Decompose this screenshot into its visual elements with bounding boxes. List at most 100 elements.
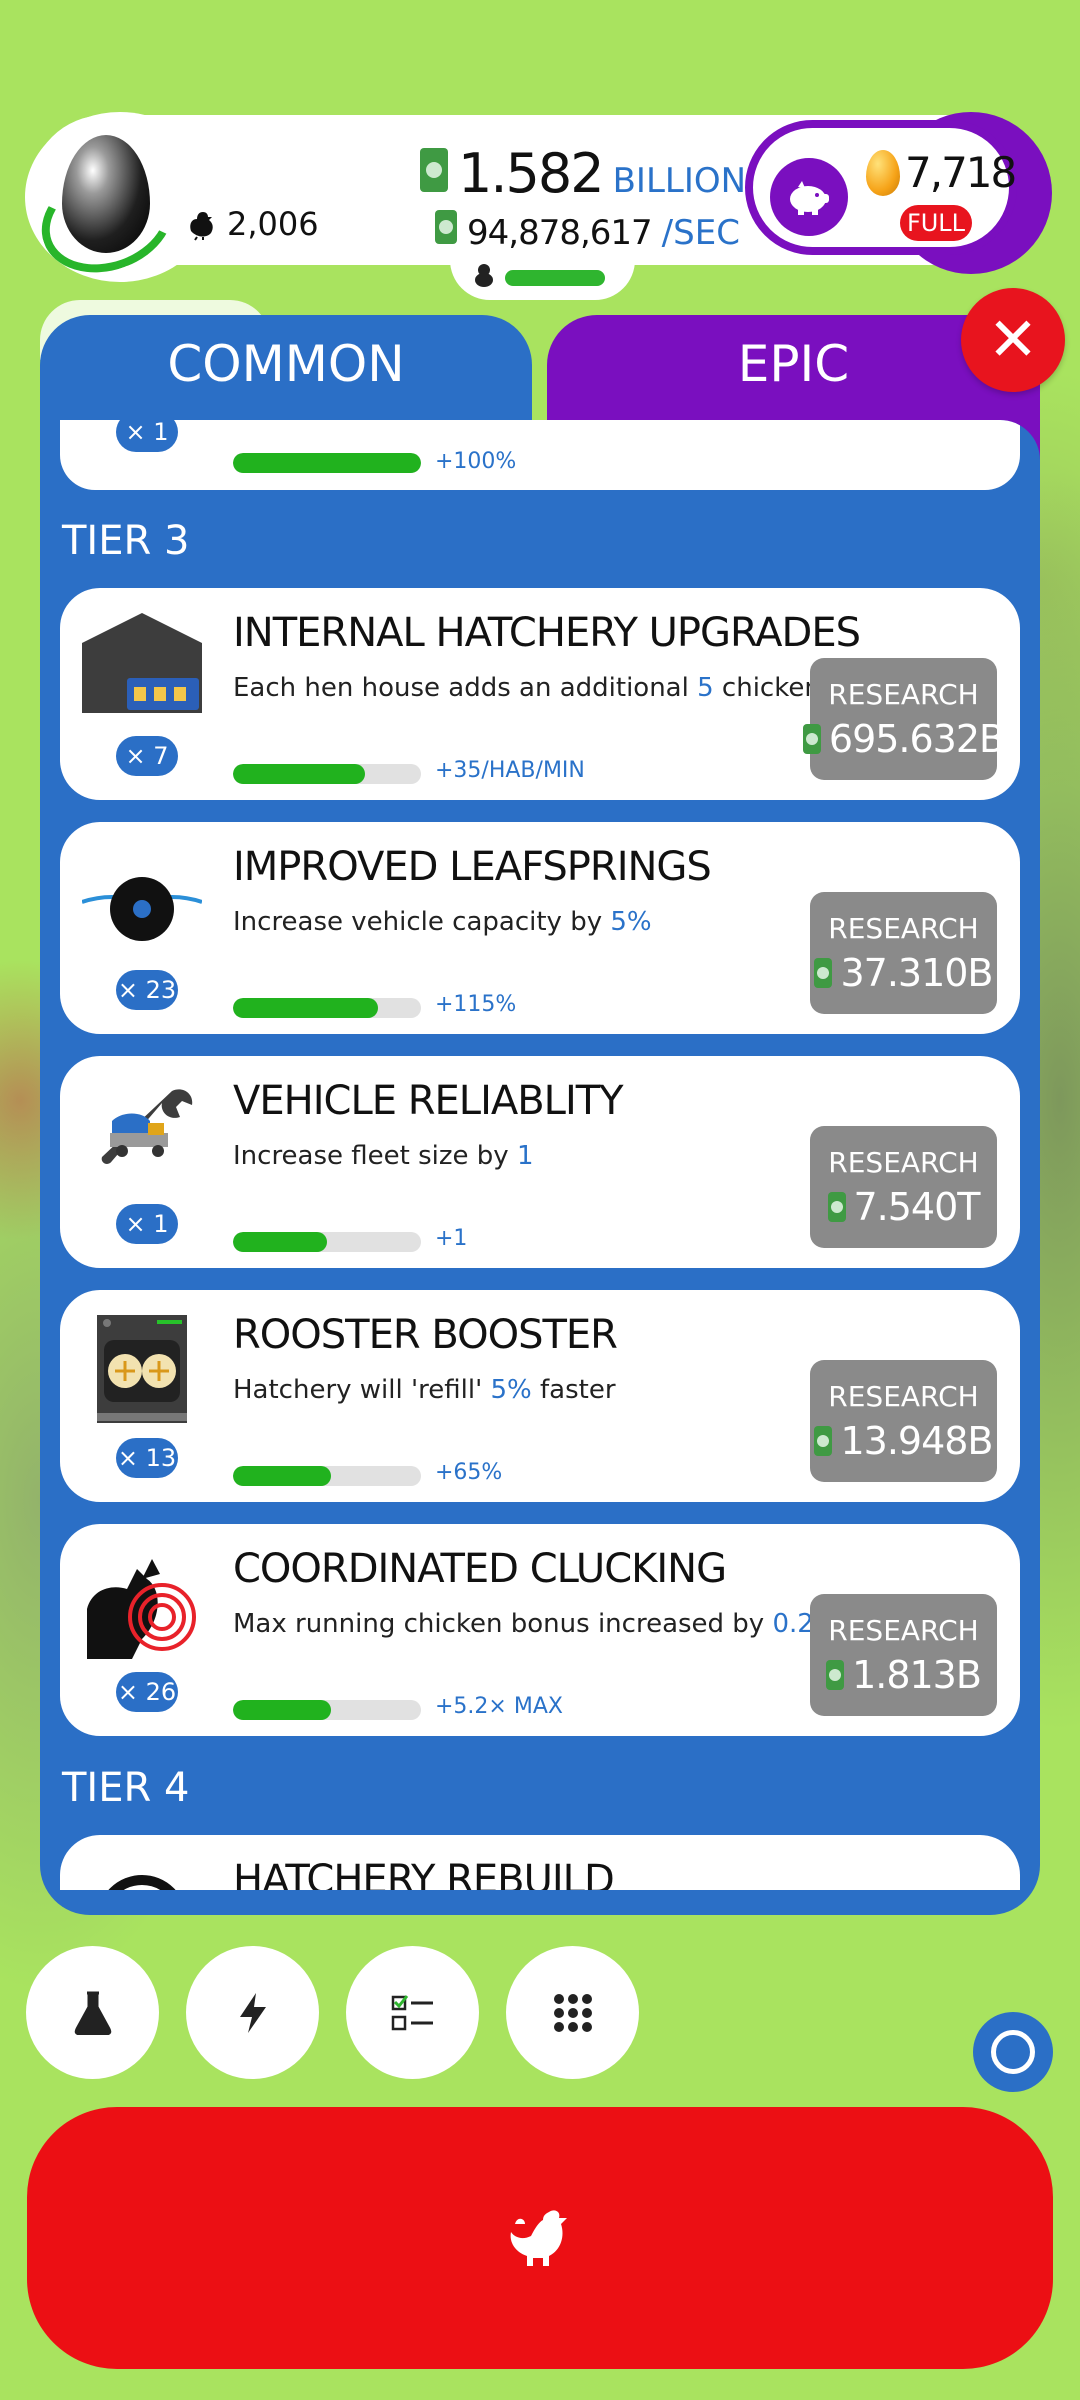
hatchery-fill-bar xyxy=(505,270,605,286)
research-card-leafsprings: × 23 IMPROVED LEAFSPRINGS Increase vehic… xyxy=(60,822,1020,1034)
progress-bar xyxy=(233,998,421,1018)
research-cost: 13.948B xyxy=(814,1419,994,1463)
chicken-icon xyxy=(510,2210,567,2266)
research-button[interactable]: RESEARCH 37.310B xyxy=(810,892,997,1014)
clucking-icon xyxy=(87,1559,196,1659)
bonus-text: +115% xyxy=(435,992,517,1017)
research-title: ROOSTER BOOSTER xyxy=(233,1312,618,1358)
chicken-count: 2,006 xyxy=(185,205,319,243)
progress-bar xyxy=(233,453,421,473)
cash-icon xyxy=(814,957,833,988)
research-button[interactable]: RESEARCH 695.632B xyxy=(802,658,1005,780)
close-icon: ✕ xyxy=(987,305,1039,375)
research-panel: × 1 +100% TIER 3 × 7 INTERNAL HATCHERY U… xyxy=(40,420,1040,1915)
bonus-text: +1 xyxy=(435,1226,468,1251)
research-description: Increase vehicle capacity by 5% xyxy=(233,907,652,937)
piggy-full-badge: FULL xyxy=(900,205,972,241)
rebuild-icon xyxy=(108,1875,176,1890)
piggy-bank-button[interactable] xyxy=(770,158,848,236)
piggy-bank-icon xyxy=(790,181,829,215)
hatch-chicken-button[interactable] xyxy=(27,2107,1053,2369)
research-title: HATCHERY REBUILD xyxy=(233,1857,615,1890)
level-badge: × 26 xyxy=(116,1672,178,1712)
research-list[interactable]: × 1 +100% TIER 3 × 7 INTERNAL HATCHERY U… xyxy=(60,420,1020,1890)
research-cost: 7.540T xyxy=(827,1185,981,1229)
menu-grid-icon xyxy=(553,1993,592,2032)
research-description: Max running chicken bonus increased by 0… xyxy=(233,1609,836,1639)
research-description: Hatchery will 'refill' 5% faster xyxy=(233,1375,616,1405)
research-label: RESEARCH xyxy=(828,1379,979,1413)
cash-icon xyxy=(420,148,448,192)
money-rate: 94,878,617 /SEC xyxy=(435,210,740,253)
research-title: INTERNAL HATCHERY UPGRADES xyxy=(233,610,861,656)
progress-bar xyxy=(233,1232,421,1252)
money-unit: BILLION xyxy=(612,161,747,201)
research-cost: 1.813B xyxy=(826,1653,982,1697)
money-total: 1.582 BILLION xyxy=(420,142,746,205)
golden-egg-count: 7,718 xyxy=(905,148,1017,197)
research-card-partial: × 1 +100% xyxy=(60,420,1020,490)
chick-icon xyxy=(472,262,496,294)
close-button[interactable]: ✕ xyxy=(961,288,1065,392)
checklist-icon xyxy=(391,1994,433,2030)
wrench-icon xyxy=(101,1089,193,1164)
research-title: IMPROVED LEAFSPRINGS xyxy=(233,844,712,890)
level-badge: × 23 xyxy=(116,970,178,1010)
bonus-text: +5.2× MAX xyxy=(435,1694,563,1719)
research-label: RESEARCH xyxy=(828,1145,979,1179)
main-menu-button[interactable] xyxy=(506,1946,639,2079)
research-description: Each hen house adds an additional 5 chic… xyxy=(233,673,893,703)
bonus-text: +65% xyxy=(435,1460,503,1485)
progress-fill xyxy=(233,998,378,1018)
flask-icon xyxy=(74,1991,111,2035)
tier-label: TIER 4 xyxy=(62,1765,190,1811)
leafspring-icon xyxy=(82,877,202,941)
research-card-hatchery-rebuild: HATCHERY REBUILD xyxy=(60,1835,1020,1890)
golden-egg-icon xyxy=(866,150,900,196)
tier-label: TIER 3 xyxy=(62,518,190,564)
chicken-icon xyxy=(190,212,213,241)
research-label: RESEARCH xyxy=(828,677,979,711)
level-badge: × 13 xyxy=(116,1438,178,1478)
progress-fill xyxy=(233,1232,327,1252)
rate-unit: /SEC xyxy=(661,213,740,253)
research-card-rooster-booster: × 13 ROOSTER BOOSTER Hatchery will 'refi… xyxy=(60,1290,1020,1502)
progress-fill xyxy=(233,453,421,473)
cash-icon xyxy=(802,723,821,754)
camera-toggle-button[interactable] xyxy=(973,2012,1053,2092)
incubator-icon xyxy=(97,1315,187,1423)
research-button[interactable]: RESEARCH 7.540T xyxy=(810,1126,997,1248)
progress-fill xyxy=(233,764,365,784)
level-badge: × 1 xyxy=(116,420,178,452)
boosts-button[interactable] xyxy=(186,1946,319,2079)
bonus-text: +100% xyxy=(435,449,517,474)
research-button[interactable]: RESEARCH 13.948B xyxy=(810,1360,997,1482)
progress-bar xyxy=(233,1466,421,1486)
research-description: Increase fleet size by 1 xyxy=(233,1141,534,1171)
research-label: RESEARCH xyxy=(828,1613,979,1647)
missions-button[interactable] xyxy=(346,1946,479,2079)
research-label: RESEARCH xyxy=(828,911,979,945)
progress-fill xyxy=(233,1700,331,1720)
progress-bar xyxy=(233,764,421,784)
cash-icon xyxy=(814,1425,833,1456)
rate-value: 94,878,617 xyxy=(467,213,653,253)
research-button[interactable]: RESEARCH 1.813B xyxy=(810,1594,997,1716)
chicken-count-value: 2,006 xyxy=(227,205,319,243)
research-card-internal-hatchery: × 7 INTERNAL HATCHERY UPGRADES Each hen … xyxy=(60,588,1020,800)
progress-bar xyxy=(233,1700,421,1720)
bonus-text: +35/HAB/MIN xyxy=(435,758,585,783)
research-card-vehicle-reliability: × 1 VEHICLE RELIABLITY Increase fleet si… xyxy=(60,1056,1020,1268)
research-menu-button[interactable] xyxy=(26,1946,159,2079)
research-cost: 695.632B xyxy=(802,717,1005,761)
research-title: COORDINATED CLUCKING xyxy=(233,1546,727,1592)
research-cost: 37.310B xyxy=(814,951,994,995)
research-title: VEHICLE RELIABLITY xyxy=(233,1078,624,1124)
hatchery-icon xyxy=(82,613,202,713)
level-badge: × 7 xyxy=(116,736,178,776)
money-value: 1.582 xyxy=(458,142,605,205)
ring-icon xyxy=(991,2030,1035,2074)
cash-icon xyxy=(827,1191,846,1222)
lightning-icon xyxy=(239,1992,266,2033)
progress-fill xyxy=(233,1466,331,1486)
